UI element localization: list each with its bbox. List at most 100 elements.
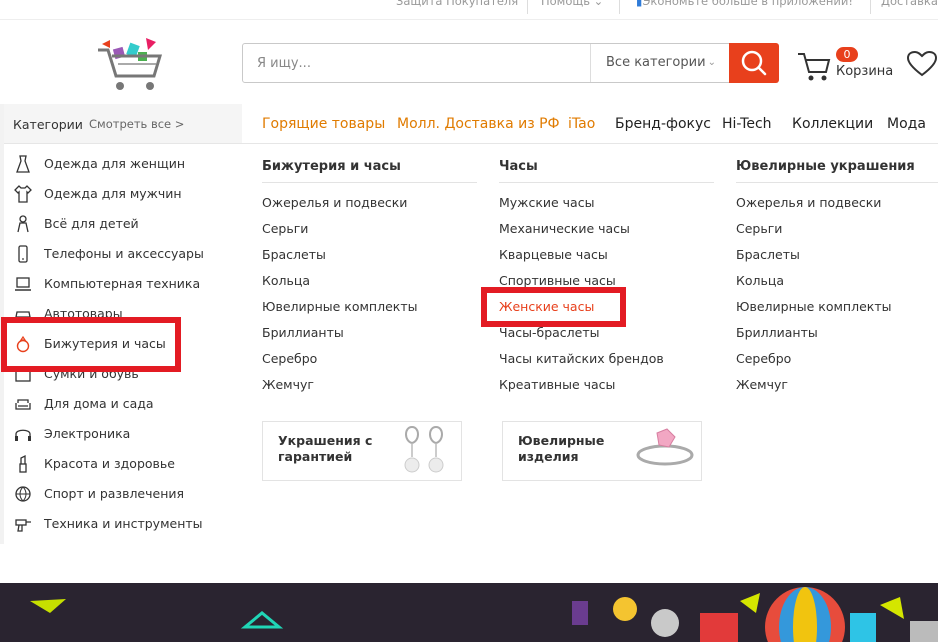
search-icon (741, 50, 767, 76)
banner-graphic-icon (30, 587, 938, 642)
subcategory-link[interactable]: Браслеты (736, 247, 800, 262)
sidebar-item-label: Техника и инструменты (44, 516, 203, 531)
sidebar-item-label: Телефоны и аксессуары (44, 246, 204, 261)
ring-jewel-icon (636, 428, 694, 466)
annotation-box-jewelry-category (1, 317, 181, 372)
column-title[interactable]: Часы (499, 159, 538, 174)
subcategory-link[interactable]: Ювелирные комплекты (262, 299, 418, 314)
subcategory-link[interactable]: Серьги (736, 221, 782, 236)
app-promo-label: Экономьте больше в приложении! (642, 0, 853, 8)
category-select[interactable]: Все категории ⌄ (590, 44, 728, 82)
divider (619, 0, 620, 14)
sidebar-item-label: Одежда для женщин (44, 156, 186, 171)
nav-fashion[interactable]: Мода (887, 116, 926, 132)
subcategory-link[interactable]: Серебро (736, 351, 791, 366)
buyer-protection-link[interactable]: Защита Покупателя (396, 0, 518, 8)
promo-card-jewelry-items[interactable]: Ювелирные изделия (502, 421, 702, 481)
subcategory-link[interactable]: Механические часы (499, 221, 630, 236)
categories-title: Категории (13, 117, 83, 132)
sidebar-item-electronics[interactable]: Электроника (4, 419, 242, 449)
cart-count-badge: 0 (836, 47, 858, 62)
subcategory-link[interactable]: Часы китайских брендов (499, 351, 664, 366)
laptop-icon (15, 277, 31, 291)
drill-icon (15, 519, 31, 532)
baby-icon (17, 215, 29, 233)
lipstick-icon (19, 454, 27, 473)
search-bar: Все категории ⌄ (242, 43, 779, 83)
ball-icon (15, 486, 31, 502)
app-promo-link[interactable]: ▮Экономьте больше в приложении! (636, 0, 853, 8)
promo-banner[interactable] (0, 583, 938, 642)
sidebar-item-beauty[interactable]: Красота и здоровье (4, 449, 242, 479)
sidebar-item-label: Спорт и развлечения (44, 486, 185, 501)
sidebar-item-label: Для дома и сада (44, 396, 154, 411)
subcategory-link[interactable]: Часы-браслеты (499, 325, 600, 340)
subcategory-link[interactable]: Мужские часы (499, 195, 594, 210)
subcategory-link[interactable]: Креативные часы (499, 377, 615, 392)
nav-itao[interactable]: iTao (568, 116, 595, 132)
sidebar-item-label: Одежда для мужчин (44, 186, 182, 201)
annotation-box-womens-watches (481, 287, 626, 327)
wishlist-button[interactable] (906, 50, 938, 82)
sidebar-item-sport[interactable]: Спорт и развлечения (4, 479, 242, 509)
dress-icon (16, 155, 30, 173)
top-strip: Защита Покупателя Помощь ⌄ ▮Экономьте бо… (0, 0, 938, 20)
subcategory-link[interactable]: Ожерелья и подвески (736, 195, 881, 210)
subcategory-link[interactable]: Спортивные часы (499, 273, 616, 288)
divider (262, 182, 477, 183)
subcategory-link[interactable]: Бриллианты (736, 325, 818, 340)
top-nav: Горящие товары Молл. Доставка из РФ iTao… (242, 104, 938, 144)
category-flyout: Бижутерия и часы Ожерелья и подвески Сер… (242, 144, 938, 544)
cart-label: Корзина (836, 64, 894, 79)
column-title[interactable]: Бижутерия и часы (262, 159, 401, 174)
help-menu[interactable]: Помощь ⌄ (541, 0, 603, 8)
cart-button[interactable]: 0 Корзина (796, 46, 896, 86)
search-button[interactable] (729, 43, 779, 83)
column-title[interactable]: Ювелирные украшения (736, 159, 915, 174)
promo-card-guaranteed-jewelry[interactable]: Украшения с гарантией (262, 421, 462, 481)
sidebar-item-label: Всё для детей (44, 216, 139, 231)
chevron-down-icon: ⌄ (707, 57, 716, 68)
nav-collections[interactable]: Коллекции (792, 116, 873, 132)
subcategory-link[interactable]: Ожерелья и подвески (262, 195, 407, 210)
nav-hi-tech[interactable]: Hi-Tech (722, 116, 772, 132)
see-all-link[interactable]: Смотреть все > (89, 117, 184, 131)
delivery-link[interactable]: Доставка (881, 0, 938, 8)
logo-shopping-cart-icon[interactable] (94, 34, 166, 94)
sidebar-item-men[interactable]: Одежда для мужчин (4, 179, 242, 209)
chevron-down-icon: ⌄ (593, 0, 604, 8)
headphones-icon (15, 429, 31, 441)
subcategory-link[interactable]: Кольца (262, 273, 310, 288)
subcategory-link[interactable]: Серебро (262, 351, 317, 366)
subcategory-link[interactable]: Жемчуг (736, 377, 788, 392)
subcategory-link[interactable]: Серьги (262, 221, 308, 236)
divider (499, 182, 714, 183)
subcategory-link[interactable]: Ювелирные комплекты (736, 299, 892, 314)
nav-mall[interactable]: Молл. Доставка из РФ (397, 116, 560, 132)
sidebar-item-tools[interactable]: Техника и инструменты (4, 509, 242, 539)
promo-text: Украшения с гарантией (278, 433, 373, 464)
sidebar-item-home[interactable]: Для дома и сада (4, 389, 242, 419)
earrings-icon (404, 425, 444, 473)
shirt-icon (14, 185, 32, 203)
subcategory-link[interactable]: Браслеты (262, 247, 326, 262)
category-select-label: Все категории (606, 55, 706, 70)
heart-icon (906, 50, 938, 77)
nav-brand-focus[interactable]: Бренд-фокус (615, 116, 711, 132)
help-label: Помощь (541, 0, 591, 8)
subcategory-link[interactable]: Кварцевые часы (499, 247, 608, 262)
sidebar-item-women[interactable]: Одежда для женщин (4, 149, 242, 179)
divider (870, 0, 871, 14)
search-input[interactable] (243, 44, 589, 82)
nav-hot-deals[interactable]: Горящие товары (262, 116, 385, 132)
divider (527, 0, 528, 14)
header: Все категории ⌄ 0 Корзина (0, 20, 938, 104)
sidebar-item-kids[interactable]: Всё для детей (4, 209, 242, 239)
sidebar-item-label: Красота и здоровье (44, 456, 175, 471)
sidebar-item-phones[interactable]: Телефоны и аксессуары (4, 239, 242, 269)
sidebar-item-computers[interactable]: Компьютерная техника (4, 269, 242, 299)
subcategory-link[interactable]: Жемчуг (262, 377, 314, 392)
subcategory-link[interactable]: Кольца (736, 273, 784, 288)
subcategory-link[interactable]: Бриллианты (262, 325, 344, 340)
promo-text: Ювелирные изделия (518, 433, 605, 464)
